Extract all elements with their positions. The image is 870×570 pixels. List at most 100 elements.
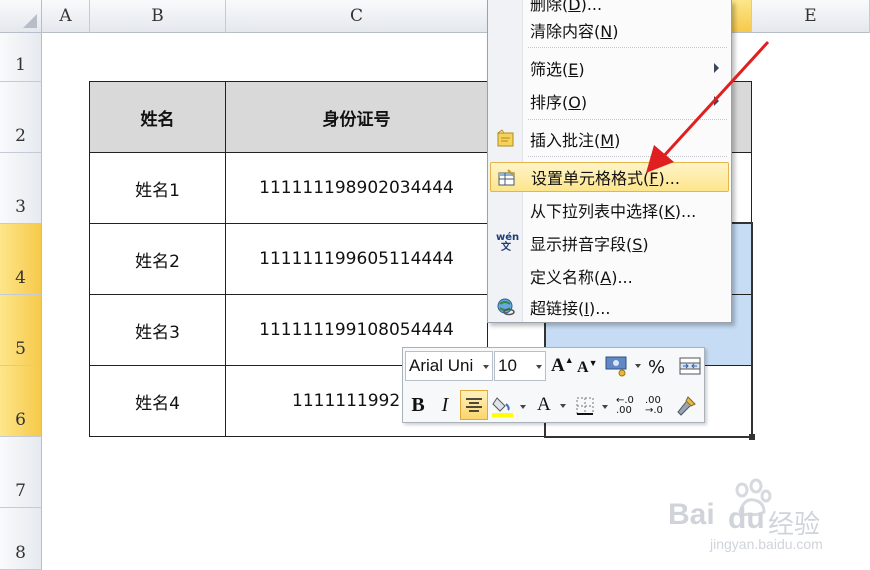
table-cell-name[interactable]: 姓名1 (90, 153, 226, 224)
menu-item-accesskey: K (664, 202, 675, 221)
column-header-d[interactable] (732, 0, 752, 33)
menu-item-accesskey: O (568, 93, 581, 112)
menu-item-label: 超链接( (530, 299, 585, 318)
chevron-down-icon (536, 365, 542, 369)
menu-item-label: 删除( (530, 0, 569, 14)
fill-handle[interactable] (749, 434, 755, 440)
fill-bucket-icon (492, 397, 513, 417)
menu-item-suffix: ) (612, 22, 619, 41)
shrink-font-icon: A (577, 359, 589, 376)
row-header-1[interactable]: 1 (0, 33, 42, 82)
percent-style-button[interactable]: % (648, 354, 670, 380)
header-cell-name[interactable]: 姓名 (90, 82, 226, 153)
watermark-brand: Bai (668, 498, 715, 531)
table-cell-id[interactable]: 111111198902034444 (226, 153, 488, 224)
watermark-url: jingyan.baidu.com (710, 536, 823, 552)
increase-decimal-button[interactable]: ←.0 .00 (616, 394, 642, 418)
menu-item-suffix: )... (588, 299, 611, 318)
menu-item-label: 显示拼音字段( (530, 235, 633, 254)
row-header-2[interactable]: 2 (0, 82, 42, 153)
merge-center-button[interactable] (679, 356, 703, 376)
accounting-format-icon (605, 356, 627, 377)
table-cell-name[interactable]: 姓名3 (90, 295, 226, 366)
font-color-button[interactable]: A (534, 391, 568, 419)
watermark-brand-suffix: du (728, 502, 765, 535)
phonetic-icon-text: wén 文 (496, 232, 520, 253)
menu-item-suffix: )... (674, 202, 697, 221)
menu-item-insert-comment[interactable]: 插入批注(M) (490, 124, 729, 154)
format-painter-button[interactable] (675, 394, 699, 418)
menu-item-accesskey: E (568, 60, 579, 79)
select-all-corner[interactable] (0, 0, 42, 33)
column-header-e[interactable]: E (752, 0, 870, 33)
menu-item-label: 定义名称( (530, 268, 601, 287)
bold-button[interactable]: B (407, 391, 429, 419)
column-header-b[interactable]: B (90, 0, 226, 33)
merge-center-icon (679, 357, 701, 375)
menu-item-label: 筛选( (530, 60, 569, 79)
mini-toolbar: Arial Uni 10 A▲ A▼ % , B I A ←.0 .00 .00… (402, 347, 705, 423)
menu-item-suffix: ) (642, 235, 649, 254)
accounting-format-button[interactable] (605, 353, 643, 379)
borders-icon (576, 397, 594, 415)
menu-item-hyperlink[interactable]: 超链接(I)... (490, 292, 729, 322)
table-cell-d[interactable] (732, 153, 752, 224)
chevron-down-icon (520, 405, 526, 409)
menu-item-suffix: )... (658, 169, 680, 188)
grow-font-icon: A (551, 355, 565, 376)
menu-item-suffix: ) (614, 131, 621, 150)
context-menu: 删除(D)... 清除内容(N) 筛选(E) 排序(O) 插入批注(M) 设置单… (487, 0, 732, 323)
submenu-arrow-icon (714, 96, 719, 106)
menu-item-filter[interactable]: 筛选(E) (490, 53, 729, 83)
fill-color-button[interactable] (492, 392, 528, 420)
menu-item-format-cells[interactable]: 设置单元格格式(F)... (490, 162, 729, 192)
row-header-5[interactable]: 5 (0, 295, 42, 366)
table-cell-name[interactable]: 姓名2 (90, 224, 226, 295)
font-name-dropdown[interactable]: Arial Uni (405, 351, 493, 381)
align-center-icon (466, 398, 482, 412)
menu-item-define-name[interactable]: 定义名称(A)... (490, 261, 729, 291)
table-cell-id[interactable]: 111111199605114444 (226, 224, 488, 295)
menu-item-suffix: )... (580, 0, 603, 14)
center-align-button[interactable] (460, 390, 488, 420)
borders-button[interactable] (575, 393, 611, 419)
menu-item-pick-from-list[interactable]: 从下拉列表中选择(K)... (490, 195, 729, 225)
grow-font-button[interactable]: A ▲ (551, 353, 574, 379)
row-header-8[interactable]: 8 (0, 508, 42, 570)
chevron-down-icon (483, 365, 489, 369)
menu-item-label: 插入批注( (530, 131, 601, 150)
menu-item-sort[interactable]: 排序(O) (490, 86, 729, 116)
insert-comment-icon (496, 129, 516, 149)
header-cell-d[interactable] (732, 82, 752, 153)
row-header-7[interactable]: 7 (0, 437, 42, 508)
decrease-decimal-button[interactable]: .00 →.0 (645, 394, 671, 418)
font-name-value: Arial Uni (409, 356, 474, 375)
menu-item-show-phonetic[interactable]: wén 文 显示拼音字段(S) (490, 228, 729, 258)
italic-button[interactable]: I (434, 391, 456, 419)
format-painter-icon (677, 396, 696, 416)
menu-item-label: 从下拉列表中选择( (530, 202, 665, 221)
shrink-font-button[interactable]: A ▼ (577, 356, 599, 380)
menu-item-clear-contents[interactable]: 清除内容(N) (490, 15, 729, 45)
phonetic-icon: wén 文 (496, 232, 520, 253)
menu-item-accesskey: N (600, 22, 613, 41)
submenu-arrow-icon (714, 63, 719, 73)
baidu-watermark: Bai du 经验 jingyan.baidu.com (668, 478, 838, 553)
menu-item-accesskey: M (600, 131, 615, 150)
menu-item-accesskey: D (568, 0, 581, 14)
row-header-4[interactable]: 4 (0, 224, 42, 295)
column-header-c[interactable]: C (226, 0, 488, 33)
table-cell-name[interactable]: 姓名4 (90, 366, 226, 437)
menu-item-suffix: )... (611, 268, 633, 287)
chevron-down-icon (560, 404, 566, 408)
format-cells-icon (497, 168, 517, 188)
menu-item-suffix: ) (580, 93, 588, 112)
row-header-6[interactable]: 6 (0, 366, 42, 437)
header-cell-id[interactable]: 身份证号 (226, 82, 488, 153)
menu-item-label: 清除内容( (530, 22, 601, 41)
menu-item-label: 排序( (530, 93, 569, 112)
font-size-dropdown[interactable]: 10 (494, 351, 546, 381)
row-header-3[interactable]: 3 (0, 153, 42, 224)
menu-item-suffix: ) (578, 60, 585, 79)
column-header-a[interactable]: A (42, 0, 90, 33)
